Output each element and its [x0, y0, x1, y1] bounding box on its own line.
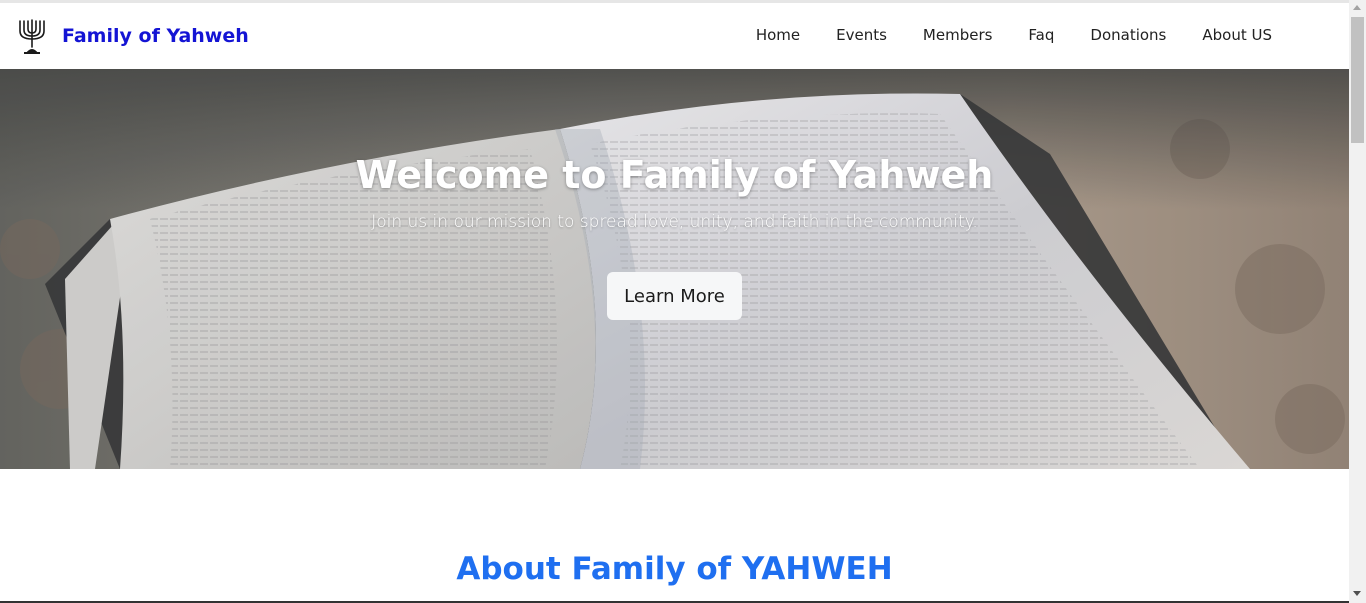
scroll-thumb[interactable]	[1351, 17, 1364, 143]
nav-link-donations[interactable]: Donations	[1071, 26, 1183, 44]
learn-more-button[interactable]: Learn More	[607, 272, 742, 320]
navbar: Family of Yahweh Home Events Members Faq…	[0, 3, 1349, 69]
nav-link-about-us[interactable]: About US	[1183, 26, 1289, 44]
hero-subtitle: Join us in our mission to spread love, u…	[371, 212, 978, 232]
hero-background-image	[0, 69, 1349, 469]
nav-link-members[interactable]: Members	[904, 26, 1010, 44]
brand-title[interactable]: Family of Yahweh	[62, 25, 249, 47]
hero-section: Welcome to Family of Yahweh Join us in o…	[0, 69, 1349, 469]
menorah-icon[interactable]	[17, 17, 47, 55]
vertical-scrollbar[interactable]	[1349, 0, 1366, 603]
nav-link-home[interactable]: Home	[737, 26, 817, 44]
hero-title: Welcome to Family of Yahweh	[355, 153, 994, 197]
about-heading: About Family of YAHWEH	[456, 551, 893, 587]
nav-link-events[interactable]: Events	[817, 26, 904, 44]
page: Family of Yahweh Home Events Members Faq…	[0, 0, 1349, 603]
scroll-up-arrow-icon[interactable]	[1353, 5, 1361, 10]
main-nav: Home Events Members Faq Donations About …	[737, 26, 1289, 44]
nav-link-faq[interactable]: Faq	[1009, 26, 1071, 44]
scroll-down-arrow-icon[interactable]	[1353, 591, 1361, 596]
